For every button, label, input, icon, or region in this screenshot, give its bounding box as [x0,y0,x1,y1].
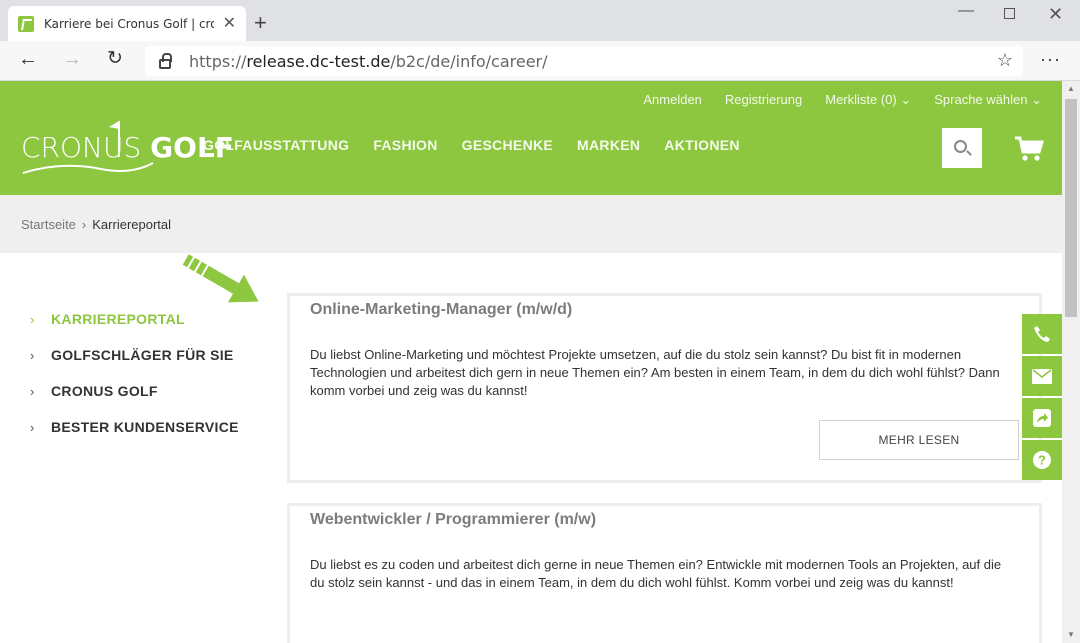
nav-aktionen[interactable]: AKTIONEN [664,137,740,153]
new-tab-button[interactable]: + [254,12,267,34]
address-bar: ← → ↻ https://release.dc-test.de/b2c/de/… [0,41,1080,81]
window-close-button[interactable]: ✕ [1048,4,1063,25]
scroll-down-arrow-icon[interactable]: ▼ [1062,627,1080,643]
login-link[interactable]: Anmelden [643,92,702,108]
logo-text-cronus: CRONUS [21,131,142,164]
job-title: Online-Marketing-Manager (m/w/d) [310,301,573,318]
sidebar-item-kundenservice[interactable]: › BESTER KUNDENSERVICE [30,409,239,445]
scroll-up-arrow-icon[interactable]: ▲ [1062,81,1080,97]
share-icon [1033,409,1051,427]
site-header: Anmelden Registrierung Merkliste (0) ⌄ S… [0,81,1062,195]
breadcrumb-bar: Startseite › Karriereportal [0,195,1062,253]
maximize-button[interactable] [1004,8,1015,19]
browser-tab[interactable]: Karriere bei Cronus Golf | cronus ✕ [8,6,246,41]
help-icon: ? [1033,451,1051,469]
job-description: Du liebst es zu coden und arbeitest dich… [310,557,1002,590]
chevron-right-icon: › [30,419,35,435]
browser-tab-bar: Karriere bei Cronus Golf | cronus ✕ + — … [0,0,1080,41]
cart-icon[interactable] [1014,136,1044,162]
sidebar-item-cronus-golf[interactable]: › CRONUS GOLF [30,373,239,409]
job-title: Webentwickler / Programmierer (m/w) [310,511,597,528]
top-nav: Anmelden Registrierung Merkliste (0) ⌄ S… [643,92,1042,108]
wishlist-link[interactable]: Merkliste (0) ⌄ [825,92,911,108]
job-card: Webentwickler / Programmierer (m/w) Du l… [287,503,1042,643]
sidebar-nav: › KARRIEREPORTAL › GOLFSCHLÄGER FÜR SIE … [30,301,239,445]
nav-fashion[interactable]: FASHION [373,137,437,153]
search-icon [954,140,967,153]
nav-marken[interactable]: MARKEN [577,137,640,153]
sidebar-item-label: GOLFSCHLÄGER FÜR SIE [51,347,234,363]
minimize-button[interactable]: — [958,2,974,20]
forward-arrow-icon[interactable]: → [62,49,82,69]
url-text: https://release.dc-test.de/b2c/de/info/c… [189,52,548,71]
close-tab-icon[interactable]: ✕ [223,15,236,32]
share-button[interactable] [1022,398,1062,438]
favicon-icon [18,15,34,32]
more-menu-icon[interactable]: ··· [1040,49,1061,70]
chevron-right-icon: › [30,311,35,327]
url-host: release.dc-test.de [246,51,391,71]
url-field[interactable]: https://release.dc-test.de/b2c/de/info/c… [145,46,1023,76]
main-nav: GOLFAUSSTATTUNG FASHION GESCHENKE MARKEN… [203,137,740,153]
tab-title: Karriere bei Cronus Golf | cronus [44,16,214,31]
back-arrow-icon[interactable]: ← [18,49,38,69]
job-description: Du liebst Online-Marketing und möchtest … [310,347,1000,398]
sidebar-item-golfschlaeger[interactable]: › GOLFSCHLÄGER FÜR SIE [30,337,239,373]
chevron-right-icon: › [30,383,35,399]
sidebar-item-label: CRONUS GOLF [51,383,158,399]
page-scrollbar[interactable]: ▲ ▼ [1062,81,1080,643]
nav-golfausstattung[interactable]: GOLFAUSSTATTUNG [203,137,349,153]
sidebar-item-label: KARRIEREPORTAL [51,311,185,327]
svg-text:?: ? [1038,453,1046,468]
email-icon [1032,368,1052,384]
url-path: /b2c/de/info/career/ [390,51,548,71]
site-logo[interactable]: CRONUS GOLF [21,117,234,181]
nav-geschenke[interactable]: GESCHENKE [462,137,553,153]
url-prefix: https:// [189,51,247,71]
language-select[interactable]: Sprache wählen ⌄ [934,92,1042,108]
email-button[interactable] [1022,356,1062,396]
search-button[interactable] [942,128,982,168]
lock-icon [159,52,172,69]
breadcrumb: Startseite › Karriereportal [21,217,171,232]
logo-text: CRONUS GOLF [21,131,234,164]
register-link[interactable]: Registrierung [725,92,802,108]
reload-icon[interactable]: ↻ [107,49,123,68]
side-action-bar: ? [1022,314,1062,482]
breadcrumb-current: Karriereportal [92,217,172,232]
sidebar-item-karriereportal[interactable]: › KARRIEREPORTAL [30,301,239,337]
scrollbar-thumb[interactable] [1065,99,1077,317]
breadcrumb-separator: › [81,217,87,232]
read-more-button[interactable]: MEHR LESEN [819,420,1019,460]
bookmark-star-icon[interactable]: ☆ [997,50,1013,71]
breadcrumb-home[interactable]: Startseite [21,217,76,232]
job-card: Online-Marketing-Manager (m/w/d) Du lieb… [287,293,1042,483]
sidebar-item-label: BESTER KUNDENSERVICE [51,419,239,435]
web-page: Anmelden Registrierung Merkliste (0) ⌄ S… [0,81,1062,643]
chevron-right-icon: › [30,347,35,363]
phone-button[interactable] [1022,314,1062,354]
help-button[interactable]: ? [1022,440,1062,480]
phone-icon [1034,326,1050,342]
